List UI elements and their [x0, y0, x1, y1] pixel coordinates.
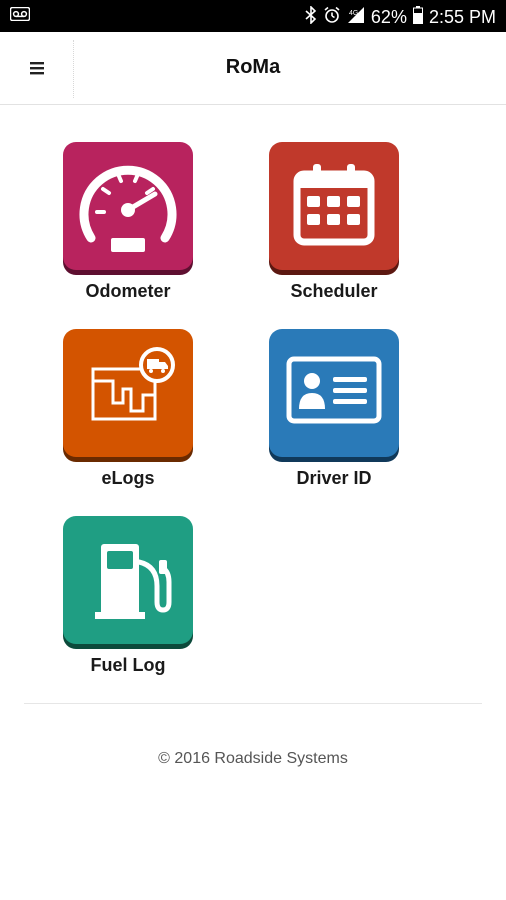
fuel-log-tile-box [63, 516, 193, 644]
tile-elogs[interactable]: eLogs [58, 329, 198, 489]
scheduler-label: Scheduler [290, 281, 378, 301]
tile-odometer[interactable]: Odometer [58, 142, 198, 302]
app-bar: RoMa [0, 32, 506, 105]
driver-id-tile-box [269, 329, 399, 457]
fuel-log-label: Fuel Log [90, 655, 166, 675]
alarm-icon [323, 6, 341, 29]
odometer-label: Odometer [85, 281, 171, 301]
scheduler-tile-box [269, 142, 399, 270]
footer-divider [24, 703, 482, 704]
elogs-tile-box [63, 329, 193, 457]
tile-driver-id[interactable]: Driver ID [264, 329, 404, 489]
driver-id-label: Driver ID [296, 468, 372, 488]
odometer-tile-box [63, 142, 193, 270]
elogs-label: eLogs [101, 468, 155, 488]
footer-copyright: © 2016 Roadside Systems [158, 750, 348, 767]
bluetooth-icon [305, 4, 317, 29]
svg-text:4G: 4G [349, 10, 358, 17]
signal-icon: 4G [347, 6, 365, 29]
tile-fuel-log[interactable]: Fuel Log [58, 516, 198, 676]
voicemail-icon [9, 6, 31, 26]
battery-percent: 62% [370, 6, 407, 27]
status-time: 2:55 PM [428, 6, 496, 27]
battery-icon [412, 5, 423, 29]
status-bar: 4G 62% 2:55 PM [0, 0, 506, 32]
app-title: RoMa [225, 56, 281, 78]
tile-scheduler[interactable]: Scheduler [264, 142, 404, 302]
